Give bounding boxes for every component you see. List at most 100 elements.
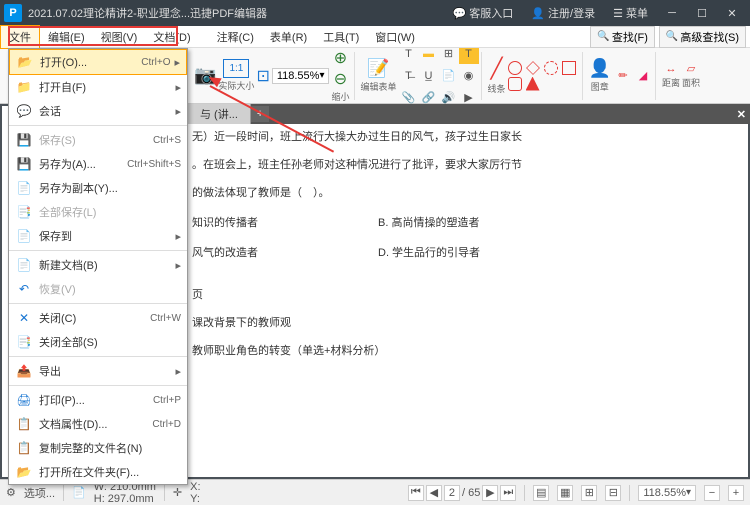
area-icon[interactable]: ▱ — [687, 62, 695, 75]
submenu-arrow-icon: ▸ — [174, 56, 180, 69]
doc-text-line: 的做法体现了教师是（ ）。 — [192, 182, 718, 204]
document-tab-bar: 与 (讲... + ✕ — [188, 104, 750, 124]
file-menu-item[interactable]: ✕关闭(C)Ctrl+W — [9, 306, 187, 330]
file-menu-item: 💾保存(S)Ctrl+S — [9, 128, 187, 152]
menu-item-icon: 📤 — [15, 363, 33, 379]
menu-tools[interactable]: 工具(T) — [315, 26, 367, 48]
menu-item-icon: ↶ — [15, 281, 33, 297]
menu-file[interactable]: 文件 — [0, 25, 40, 49]
edit-form-icon[interactable]: 📝 — [367, 58, 389, 79]
stamp-small-icon[interactable]: ◉ — [459, 66, 479, 86]
document-tab[interactable]: 与 (讲... — [188, 104, 251, 124]
cursor-pos-icon: ✛ — [173, 486, 182, 499]
menu-item-label: 打开(O)... — [40, 54, 141, 70]
circle-shape[interactable] — [508, 61, 522, 75]
eraser-icon[interactable]: ◢ — [633, 66, 653, 86]
stamp-icon[interactable]: 👤 — [589, 58, 611, 79]
submenu-arrow-icon: ▸ — [175, 105, 181, 118]
new-tab-button[interactable]: + — [251, 106, 269, 122]
login-link[interactable]: 👤 注册/登录 — [523, 3, 603, 23]
next-page-button[interactable]: ▶ — [482, 485, 498, 501]
menu-item-icon: 📑 — [15, 334, 33, 350]
zoom-in-icon[interactable]: ⊕ — [334, 48, 347, 68]
menu-comment[interactable]: 注释(C) — [209, 26, 262, 48]
file-menu-item[interactable]: 📂打开所在文件夹(F)... — [9, 460, 187, 484]
menu-item-label: 另存为(A)... — [39, 156, 127, 172]
file-menu-item[interactable]: 🖨打印(P)...Ctrl+P — [9, 388, 187, 412]
arrow-shape[interactable] — [526, 77, 540, 91]
underline-icon[interactable]: U̲ — [419, 66, 439, 86]
actual-size-button[interactable]: 1:1 — [223, 59, 249, 78]
options-button[interactable]: 选项... — [24, 485, 55, 501]
minimize-button[interactable]: ─ — [658, 3, 686, 23]
file-menu-item[interactable]: 📄新建文档(B)▸ — [9, 253, 187, 277]
file-menu-item[interactable]: 📑关闭全部(S) — [9, 330, 187, 354]
file-menu-item[interactable]: 📂打开(O)...Ctrl+O▸ — [9, 49, 187, 75]
file-menu-item[interactable]: 💬 会话 ▸ — [9, 99, 187, 123]
cloud-shape[interactable] — [544, 61, 558, 75]
file-menu-item: ↶ 恢复(V) — [9, 277, 187, 301]
advanced-find-button[interactable]: 🔍高级查找(S) — [659, 26, 746, 48]
doc-text-line: 。在班会上，班主任孙老师对这种情况进行了批评，要求大家厉行节 — [192, 154, 718, 176]
menu-edit[interactable]: 编辑(E) — [40, 26, 93, 48]
note-icon[interactable]: 📄 — [439, 66, 459, 86]
doc-text-line: 无）近一段时间，班上流行大操大办过生日的风气，孩子过生日家长 — [192, 126, 718, 148]
view-mode-2-icon[interactable]: ▦ — [557, 485, 573, 501]
prev-page-button[interactable]: ◀ — [426, 485, 442, 501]
zoom-combo[interactable]: 118.55% ▾ — [272, 68, 330, 84]
zoom-in-button[interactable]: + — [728, 485, 744, 501]
file-menu-item[interactable]: 📋复制完整的文件名(N) — [9, 436, 187, 460]
menu-link[interactable]: ☰ 菜单 — [605, 3, 656, 23]
menu-item-icon: ✕ — [15, 310, 33, 326]
file-menu-item[interactable]: 📤导出▸ — [9, 359, 187, 383]
file-menu-item[interactable]: 📋文档属性(D)...Ctrl+D — [9, 412, 187, 436]
tab-close-button[interactable]: ✕ — [737, 108, 746, 121]
zoom-out-label: 缩小 — [331, 90, 349, 103]
menu-item-icon: 📁 — [15, 79, 33, 95]
zoom-out-icon[interactable]: ⊖ — [334, 69, 347, 89]
last-page-button[interactable]: ⏭ — [500, 485, 516, 501]
option-c: 风气的改造者 — [192, 242, 258, 264]
view-mode-3-icon[interactable]: ⊞ — [581, 485, 597, 501]
customer-service-link[interactable]: 💬 客服入口 — [444, 3, 521, 23]
menu-item-label: 导出 — [39, 363, 171, 379]
page-input[interactable]: 2 — [444, 485, 460, 501]
menu-item-label: 恢复(V) — [39, 281, 181, 297]
menu-view[interactable]: 视图(V) — [93, 26, 146, 48]
menu-item-icon: 📋 — [15, 440, 33, 456]
pentagon-shape[interactable] — [508, 77, 522, 91]
options-gear-icon[interactable]: ⚙ — [6, 486, 16, 499]
zoom-out-button[interactable]: − — [704, 485, 720, 501]
square-shape[interactable] — [562, 61, 576, 75]
distance-icon[interactable]: ↔ — [665, 63, 676, 75]
strikethrough-icon[interactable]: T̶ — [399, 66, 419, 86]
cursor-y: Y: — [190, 493, 200, 505]
pencil-icon[interactable]: ✏ — [613, 66, 633, 86]
menu-item-label: 关闭(C) — [39, 310, 150, 326]
close-button[interactable]: ✕ — [718, 3, 746, 23]
menu-item-icon: 💬 — [15, 103, 33, 119]
file-menu-item[interactable]: 💾另存为(A)...Ctrl+Shift+S — [9, 152, 187, 176]
diamond-shape[interactable] — [526, 61, 540, 75]
view-mode-4-icon[interactable]: ⊟ — [605, 485, 621, 501]
doc-text-line: 页 — [192, 284, 718, 306]
menu-item-label: 会话 — [39, 103, 171, 119]
file-menu-item[interactable]: 📄保存到▸ — [9, 224, 187, 248]
page-fit-icon[interactable]: ⊡ — [256, 66, 269, 86]
file-menu-item[interactable]: 📄另存为副本(Y)... — [9, 176, 187, 200]
menu-item-label: 文档属性(D)... — [39, 416, 152, 432]
menubar: 文件 编辑(E) 视图(V) 文档(D) 注释(C) 表单(R) 工具(T) 窗… — [0, 26, 750, 48]
view-mode-1-icon[interactable]: ▤ — [533, 485, 549, 501]
first-page-button[interactable]: ⏮ — [408, 485, 424, 501]
maximize-button[interactable]: ☐ — [688, 3, 716, 23]
find-button[interactable]: 🔍查找(F) — [590, 26, 655, 48]
line-tool-icon[interactable]: ╱ — [491, 56, 503, 81]
camera-icon[interactable]: 📷 — [194, 65, 216, 86]
statusbar-zoom[interactable]: 118.55% ▾ — [638, 485, 696, 501]
distance-label: 距离 — [662, 76, 680, 89]
menu-document[interactable]: 文档(D) — [145, 26, 198, 48]
file-menu-item[interactable]: 📁打开自(F)▸ — [9, 75, 187, 99]
page-height: H: 297.0mm — [94, 493, 156, 505]
menu-window[interactable]: 窗口(W) — [367, 26, 423, 48]
menu-form[interactable]: 表单(R) — [262, 26, 315, 48]
